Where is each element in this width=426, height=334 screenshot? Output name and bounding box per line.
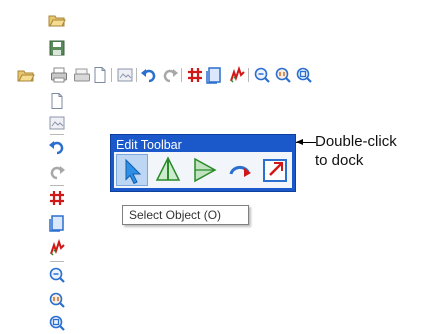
page-icon[interactable] xyxy=(91,66,109,84)
image-icon[interactable] xyxy=(116,66,134,84)
save-icon[interactable] xyxy=(48,39,66,57)
open-folder-icon[interactable] xyxy=(48,11,66,29)
toolbar-separator xyxy=(248,68,249,82)
page-setup-icon[interactable] xyxy=(205,66,223,84)
edit-toolbar-body xyxy=(114,152,292,188)
select-object-button[interactable] xyxy=(116,154,148,186)
callout-line-1: Double-click xyxy=(315,133,397,150)
toolbar-separator xyxy=(50,261,64,262)
edit-toolbar[interactable]: Edit Toolbar xyxy=(110,134,296,192)
zoom-fit-icon[interactable] xyxy=(295,66,313,84)
zoom-icon[interactable] xyxy=(253,66,271,84)
open-folder-icon[interactable] xyxy=(17,66,35,84)
play-button[interactable] xyxy=(188,154,220,186)
toolbar-separator xyxy=(136,68,137,82)
reshape-icon xyxy=(155,156,181,181)
grid-icon[interactable] xyxy=(186,66,204,84)
page-icon[interactable] xyxy=(48,92,66,110)
zoom-icon[interactable] xyxy=(48,266,66,284)
print-icon[interactable] xyxy=(50,66,68,84)
zoom-1to1-icon[interactable] xyxy=(274,66,292,84)
callout-line xyxy=(296,142,316,143)
redo-icon[interactable] xyxy=(48,163,66,181)
zoom-fit-icon[interactable] xyxy=(48,314,66,332)
rotate-icon xyxy=(229,165,251,177)
grid-icon[interactable] xyxy=(48,189,66,207)
select-arrow-icon xyxy=(125,158,142,185)
stitch-icon[interactable] xyxy=(48,239,66,257)
rotate-button[interactable] xyxy=(224,154,256,186)
scale-icon xyxy=(263,159,287,182)
scale-button[interactable] xyxy=(259,154,291,186)
callout-line-2: to dock xyxy=(315,152,364,169)
toolbar-separator xyxy=(50,185,64,186)
page-setup-icon[interactable] xyxy=(48,214,66,232)
toolbar-title[interactable]: Edit Toolbar xyxy=(116,138,182,152)
tooltip: Select Object (O) xyxy=(122,205,249,225)
undo-icon[interactable] xyxy=(140,66,158,84)
toolbar-separator xyxy=(181,68,182,82)
redo-icon[interactable] xyxy=(161,66,179,84)
toolbar-separator xyxy=(50,134,64,135)
print-preview-icon[interactable] xyxy=(73,66,91,84)
toolbar-separator xyxy=(111,68,112,82)
zoom-1to1-icon[interactable] xyxy=(48,291,66,309)
callout-text: Double-click to dock xyxy=(315,132,397,170)
play-icon xyxy=(194,157,217,183)
stitch-icon[interactable] xyxy=(228,66,246,84)
image-icon[interactable] xyxy=(48,114,66,132)
reshape-button[interactable] xyxy=(152,154,184,186)
undo-icon[interactable] xyxy=(48,138,66,156)
